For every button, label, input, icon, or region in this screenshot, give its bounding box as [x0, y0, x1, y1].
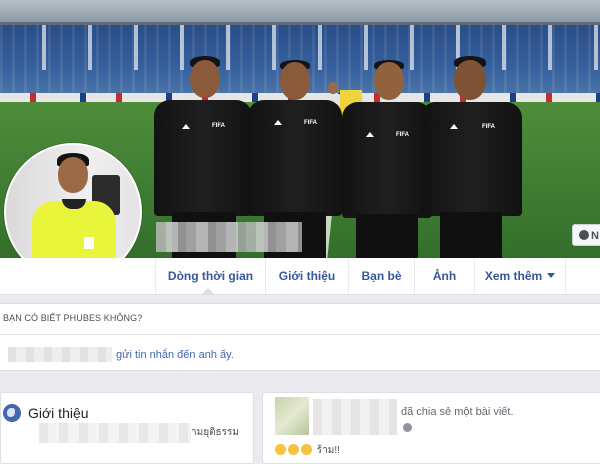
message-button[interactable]: N	[572, 224, 600, 246]
poster-name-blurred	[313, 399, 397, 435]
tab-friends[interactable]: Bạn bè	[348, 258, 414, 294]
message-button-label: N	[591, 230, 599, 242]
tab-photos[interactable]: Ảnh	[414, 258, 474, 294]
stadium-roof	[0, 0, 600, 22]
chevron-down-icon	[547, 273, 556, 278]
send-message-link[interactable]: gửi tin nhắn đến anh ấy.	[116, 349, 234, 361]
know-person-card: BẠN CÓ BIẾT PHUBES KHÔNG? gửi tin nhắn đ…	[0, 303, 600, 371]
tab-about[interactable]: Giới thiệu	[265, 258, 348, 294]
intro-card: Giới thiệu ามยุติธรรม	[0, 392, 254, 464]
post-card: đã chia sẻ một bài viết. ร้าม!!	[262, 392, 600, 464]
active-tab-indicator	[202, 288, 214, 294]
profile-nav: Dòng thời gian Giới thiệu Bạn bè Ảnh Xem…	[0, 258, 600, 295]
poster-avatar[interactable]	[275, 397, 309, 435]
intro-title: Giới thiệu	[28, 405, 89, 421]
blurred-intro-text	[39, 423, 191, 443]
know-person-title: BẠN CÓ BIẾT PHUBES KHÔNG?	[3, 313, 143, 323]
post-text-content: ร้าม!!	[316, 445, 340, 456]
post-text: ร้าม!!	[275, 443, 340, 458]
tab-more[interactable]: Xem thêm	[474, 258, 566, 294]
divider	[0, 334, 600, 335]
avatar-face	[58, 157, 88, 193]
blurred-text	[8, 347, 112, 362]
globe-icon	[3, 404, 21, 422]
profile-name-blurred	[156, 222, 302, 252]
shared-post-text: đã chia sẻ một bài viết.	[401, 406, 514, 418]
fifa-badge	[84, 237, 94, 249]
intro-text-tail: ามยุติธรรม	[191, 427, 239, 438]
messenger-icon	[579, 230, 589, 240]
globe-small-icon	[403, 423, 412, 432]
